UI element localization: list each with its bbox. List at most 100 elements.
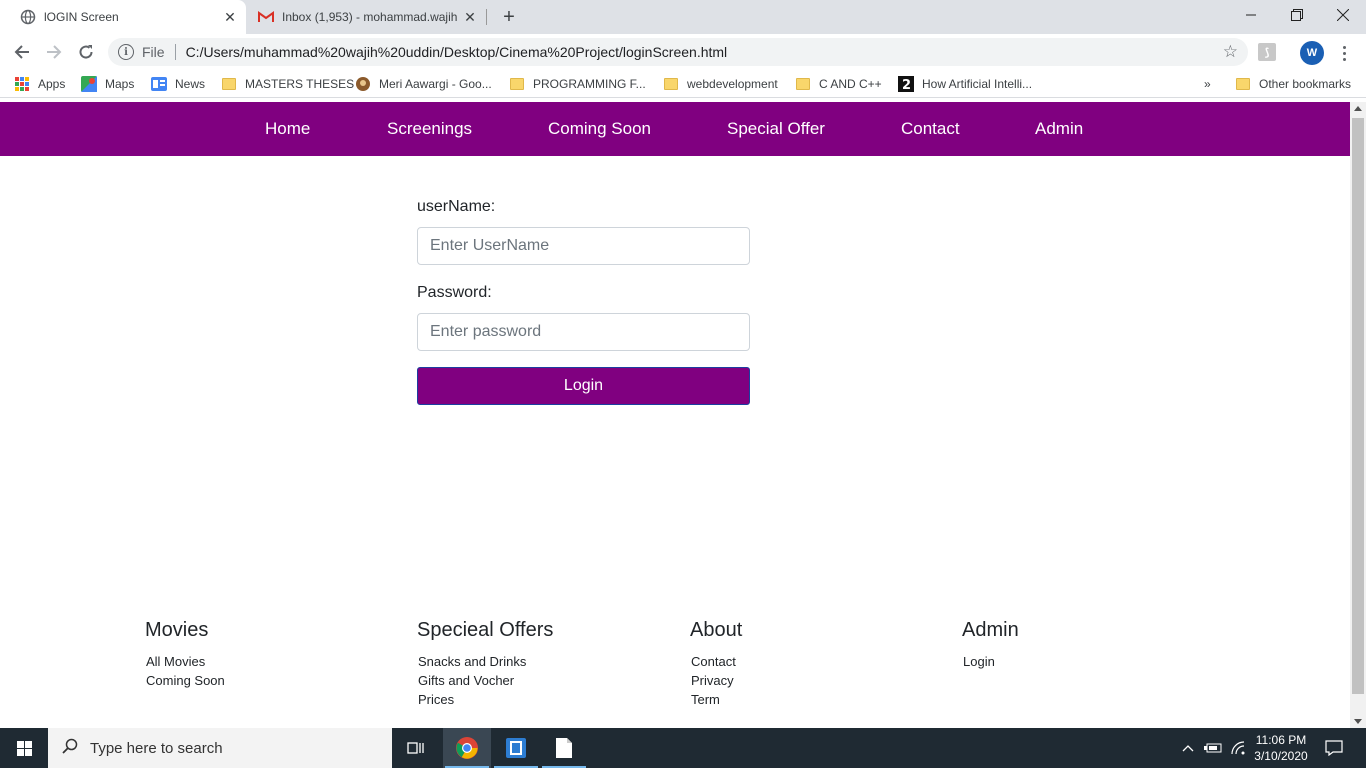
footer-heading: Admin: [962, 619, 1019, 641]
address-bar[interactable]: i File C:/Users/muhammad%20wajih%20uddin…: [108, 38, 1248, 66]
taskbar-search[interactable]: Type here to search: [48, 728, 392, 768]
scrollbar-thumb[interactable]: [1352, 118, 1364, 694]
bookmark-label: Meri Aawargi - Goo...: [379, 77, 492, 91]
bookmark-label: MASTERS THESES: [245, 77, 355, 91]
footer-link-contact[interactable]: Contact: [690, 652, 742, 671]
chrome-taskbar-button[interactable]: [443, 728, 491, 768]
task-view-button[interactable]: [392, 728, 440, 768]
quiz-icon: 2: [898, 76, 914, 92]
info-icon[interactable]: i: [118, 44, 134, 60]
restore-button[interactable]: [1274, 0, 1320, 30]
nav-special-offer[interactable]: Special Offer: [727, 102, 825, 156]
document-icon: [556, 738, 572, 758]
footer-heading: Specieal Offers: [417, 619, 554, 641]
battery-icon[interactable]: [1202, 728, 1224, 768]
bookmark-maps[interactable]: Maps: [81, 74, 134, 94]
divider: [174, 44, 176, 60]
tab-login-screen[interactable]: lOGIN Screen ✕: [0, 0, 246, 34]
back-button[interactable]: [8, 38, 36, 66]
footer-link-privacy[interactable]: Privacy: [690, 671, 742, 690]
web-page: Home Screenings Coming Soon Special Offe…: [0, 102, 1350, 728]
footer-link-login[interactable]: Login: [962, 652, 1019, 671]
footer-link-snacks[interactable]: Snacks and Drinks: [417, 652, 553, 671]
menu-kebab-icon[interactable]: [1336, 41, 1352, 65]
search-icon: [62, 738, 78, 758]
task-view-icon: [407, 742, 424, 754]
svg-text:2: 2: [902, 78, 911, 92]
username-input[interactable]: [417, 227, 750, 265]
apps-grid-icon: [14, 76, 30, 92]
folder-icon: [221, 76, 237, 92]
bookmark-masters-theses[interactable]: MASTERS THESES: [221, 74, 354, 94]
notepad-taskbar-button[interactable]: [540, 728, 588, 768]
bookmarks-overflow-button[interactable]: »: [1204, 74, 1211, 94]
wifi-icon[interactable]: [1228, 728, 1248, 768]
bookmark-star-icon[interactable]: ☆: [1223, 42, 1238, 62]
bookmark-news[interactable]: News: [151, 74, 205, 94]
close-icon[interactable]: ✕: [460, 7, 480, 27]
system-clock[interactable]: 11:06 PM 3/10/2020: [1248, 732, 1314, 764]
app-window-icon: [506, 738, 526, 758]
notifications-icon[interactable]: [1320, 728, 1348, 768]
chevron-up-icon: [1182, 745, 1194, 752]
reload-button[interactable]: [72, 38, 100, 66]
login-button[interactable]: Login: [417, 367, 750, 405]
arrow-right-icon: [47, 45, 62, 59]
forward-button[interactable]: [40, 38, 68, 66]
footer-heading: About: [690, 619, 743, 641]
tab-gmail-inbox[interactable]: Inbox (1,953) - mohammad.wajih ✕: [248, 0, 486, 34]
password-input[interactable]: [417, 313, 750, 351]
chrome-icon: [456, 737, 478, 759]
footer-heading: Movies: [145, 619, 209, 641]
blog-icon: [355, 76, 371, 92]
footer-link-all-movies[interactable]: All Movies: [145, 652, 225, 671]
nav-admin[interactable]: Admin: [1035, 102, 1083, 156]
start-button[interactable]: [0, 728, 48, 768]
nav-home[interactable]: Home: [265, 102, 310, 156]
folder-icon: [795, 76, 811, 92]
profile-avatar[interactable]: W: [1300, 41, 1324, 65]
footer-movies: Movies All Movies Coming Soon: [145, 619, 225, 690]
footer-link-gifts[interactable]: Gifts and Vocher: [417, 671, 553, 690]
bookmarks-bar: Apps Maps News MASTERS THESES Meri Aawar…: [0, 70, 1366, 98]
bookmark-other[interactable]: Other bookmarks: [1235, 74, 1351, 94]
url-text[interactable]: C:/Users/muhammad%20wajih%20uddin/Deskto…: [186, 44, 1223, 60]
windows-logo-icon: [16, 740, 32, 756]
footer-link-term[interactable]: Term: [690, 690, 742, 709]
close-window-button[interactable]: [1320, 0, 1366, 30]
nav-contact[interactable]: Contact: [901, 102, 960, 156]
login-form: userName: Password: Login: [417, 198, 750, 405]
nav-screenings[interactable]: Screenings: [387, 102, 472, 156]
footer-link-prices[interactable]: Prices: [417, 690, 553, 709]
bookmark-programming[interactable]: PROGRAMMING F...: [509, 74, 646, 94]
footer-special-offers: Specieal Offers Snacks and Drinks Gifts …: [417, 619, 553, 709]
bookmark-apps[interactable]: Apps: [14, 74, 65, 94]
tab-title: lOGIN Screen: [44, 10, 119, 24]
tab-title: Inbox (1,953) - mohammad.wajih: [282, 10, 458, 24]
tray-overflow-button[interactable]: [1178, 728, 1198, 768]
scroll-down-arrow-icon[interactable]: [1354, 719, 1362, 724]
windows-taskbar: Type here to search 11:06 PM 3/10/2020: [0, 728, 1366, 768]
app-taskbar-button[interactable]: [492, 728, 540, 768]
nav-coming-soon[interactable]: Coming Soon: [548, 102, 651, 156]
scheme-label: File: [142, 44, 165, 60]
bookmark-label: webdevelopment: [687, 77, 778, 91]
page-scrollbar[interactable]: [1350, 102, 1366, 728]
close-icon[interactable]: ✕: [220, 7, 240, 27]
bookmark-ai-article[interactable]: 2 How Artificial Intelli...: [898, 74, 1032, 94]
bookmark-label: Other bookmarks: [1259, 77, 1352, 91]
pdf-extension-icon[interactable]: ⟆: [1258, 43, 1276, 61]
folder-icon: [1235, 76, 1251, 92]
new-tab-button[interactable]: +: [498, 6, 520, 28]
bookmark-label: How Artificial Intelli...: [922, 77, 1033, 91]
globe-icon: [20, 9, 36, 25]
google-news-icon: [151, 76, 167, 92]
minimize-button[interactable]: [1228, 0, 1274, 30]
footer-admin: Admin Login: [962, 619, 1019, 671]
footer-link-coming-soon[interactable]: Coming Soon: [145, 671, 225, 690]
bookmark-meri-aawargi[interactable]: Meri Aawargi - Goo...: [355, 74, 492, 94]
reload-icon: [79, 45, 93, 59]
scroll-up-arrow-icon[interactable]: [1354, 106, 1362, 111]
bookmark-c-and-cpp[interactable]: C AND C++: [795, 74, 882, 94]
bookmark-webdevelopment[interactable]: webdevelopment: [663, 74, 778, 94]
